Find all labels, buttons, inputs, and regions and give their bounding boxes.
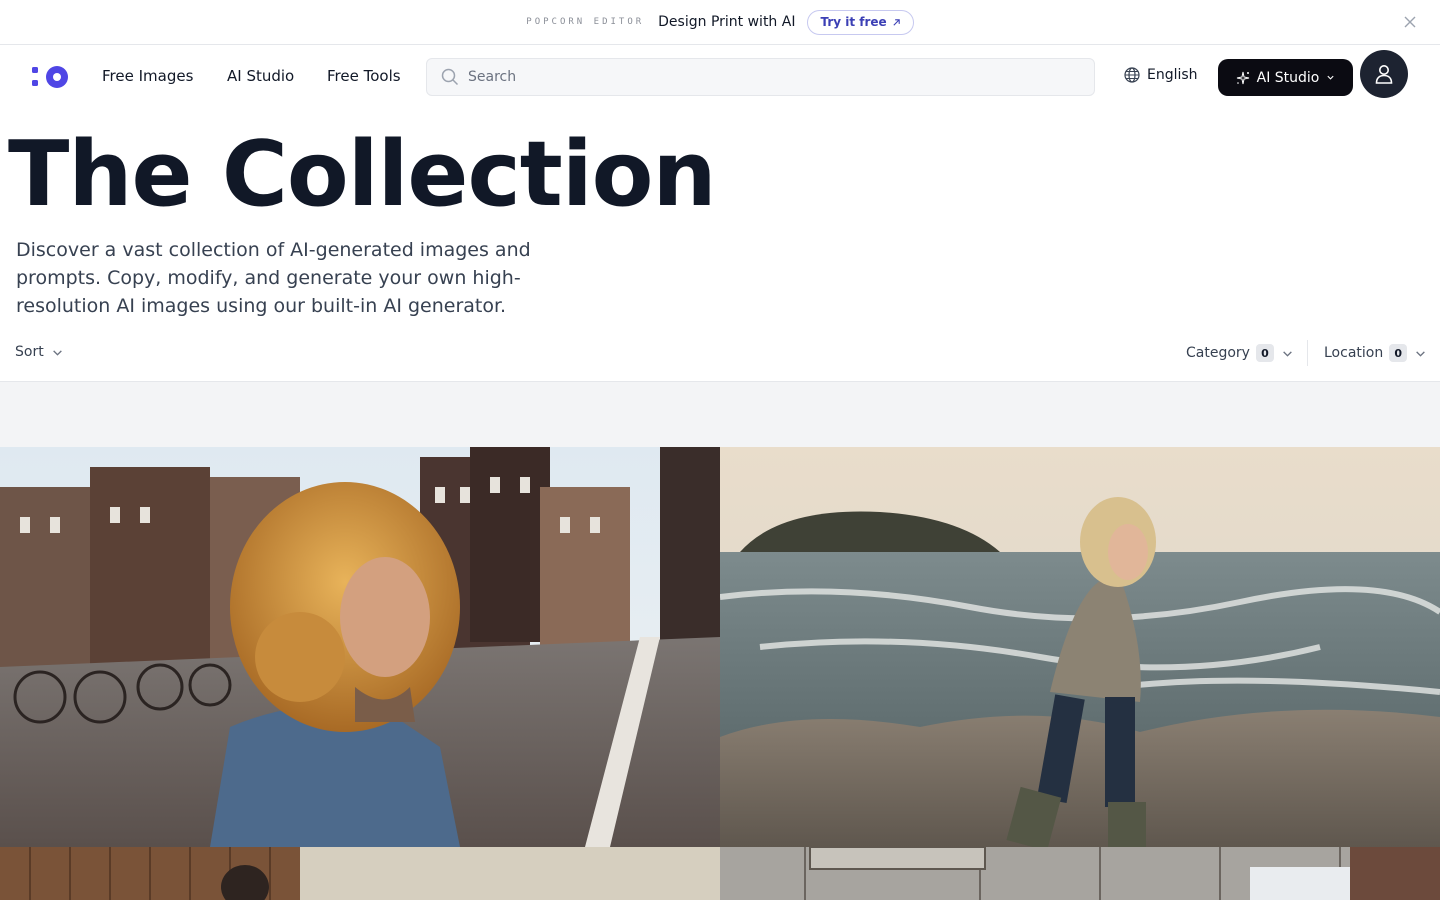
page-title: The Collection [8,122,717,227]
sort-label: Sort [15,344,44,360]
gallery-image-child-seaside[interactable] [720,447,1440,847]
user-avatar-button[interactable] [1360,50,1408,98]
gallery-image-woman-street[interactable] [0,447,720,847]
user-icon [1375,65,1393,84]
promo-text: Design Print with AI [658,14,796,30]
nav-free-images[interactable]: Free Images [102,67,193,85]
chevron-down-icon [52,349,62,356]
search-input[interactable] [468,69,1068,85]
category-label: Category [1186,345,1250,361]
language-selector[interactable]: English [1124,67,1198,83]
promo-banner: POPCORN EDITOR Design Print with AI Try … [0,0,1440,45]
chevron-down-icon [1416,350,1426,357]
chevron-down-icon [1283,350,1292,357]
location-label: Location [1324,345,1384,361]
chevron-down-icon [1327,75,1334,80]
search-icon [441,68,459,86]
gallery-image-basketball-court[interactable] [720,847,1440,900]
sparkle-icon [1236,71,1249,84]
ai-studio-label: AI Studio [1256,69,1320,86]
arrow-up-right-icon [893,18,900,26]
close-banner-button[interactable] [1402,14,1418,30]
nav-ai-studio[interactable]: AI Studio [227,67,294,85]
search-bar[interactable] [426,58,1095,96]
location-filter[interactable]: Location 0 [1324,344,1426,362]
category-count-badge: 0 [1255,344,1274,362]
nav-free-tools[interactable]: Free Tools [327,67,401,85]
close-icon [1404,16,1416,28]
language-label: English [1147,67,1198,83]
globe-icon [1124,67,1140,83]
page-description: Discover a vast collection of AI-generat… [16,239,531,317]
location-count-badge: 0 [1389,344,1408,362]
filter-divider [1307,340,1308,366]
promo-brand: POPCORN EDITOR [526,17,645,27]
try-it-free-label: Try it free [820,15,887,29]
ai-studio-button[interactable]: AI Studio [1218,59,1353,96]
logo-icon[interactable] [32,65,70,89]
try-it-free-button[interactable]: Try it free [807,9,914,35]
main-navigation: Free Images AI Studio Free Tools English… [0,45,1440,109]
sort-dropdown[interactable]: Sort [15,344,63,360]
category-filter[interactable]: Category 0 [1186,344,1293,362]
gallery-image-woman-fence[interactable] [0,847,720,900]
